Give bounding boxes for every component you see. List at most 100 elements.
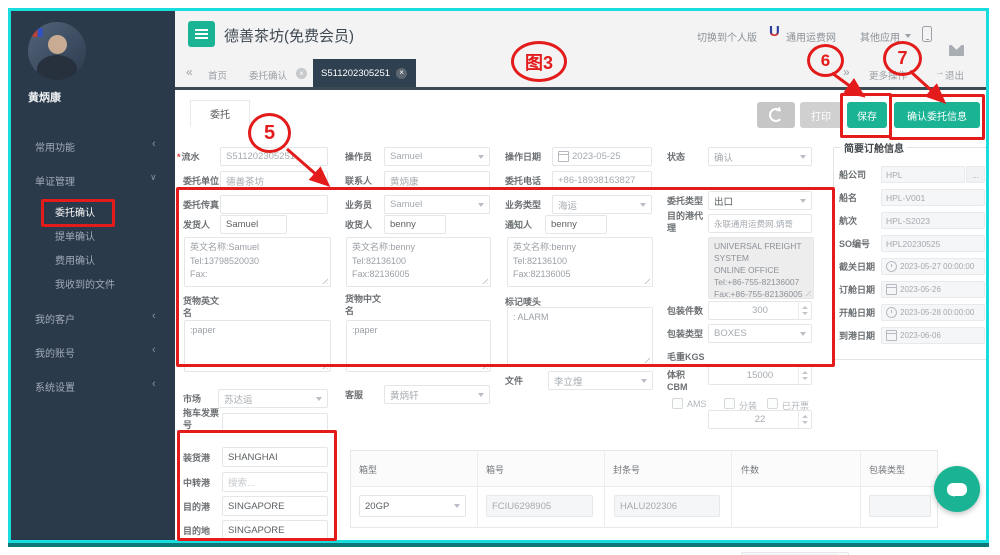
seal-no-input[interactable]: HALU202306 xyxy=(614,495,720,517)
shipper-detail-textarea[interactable]: 英文名称:Samuel Tel:13798520030 Fax: xyxy=(184,237,331,287)
marks-textarea[interactable]: : ALARM xyxy=(507,307,653,366)
sidebar-group-document-management[interactable]: 单证管理 xyxy=(35,173,75,188)
print-button[interactable]: 打印 xyxy=(800,102,842,128)
chevron-down-icon xyxy=(800,198,806,203)
tab-entrust-confirm[interactable]: 委托确认 xyxy=(249,68,287,82)
op-date-field[interactable]: 2023-05-25 xyxy=(552,147,652,166)
so-no-input[interactable]: HPL20230525 xyxy=(881,235,985,252)
voyage-input[interactable]: HPL-S2023 xyxy=(881,212,985,229)
operator-label: 操作员 xyxy=(345,152,373,162)
avatar-face xyxy=(48,35,67,54)
notify-input[interactable]: benny xyxy=(545,215,607,234)
contact-input[interactable]: 黄炳康 xyxy=(384,171,490,190)
phone-input[interactable]: +86-18938163827 xyxy=(552,171,652,190)
sidebar-group-my-account[interactable]: 我的账号 xyxy=(35,345,75,360)
confirm-entrust-button[interactable]: 确认委托信息 xyxy=(894,102,980,128)
truck-invoice-input[interactable] xyxy=(222,413,328,432)
dest-place-input[interactable]: SINGAPORE xyxy=(222,520,328,540)
dest-port-input[interactable]: SINGAPORE xyxy=(222,496,328,516)
more-actions-menu[interactable]: 更多操作 xyxy=(869,68,907,82)
doc-select[interactable]: 李立煌 xyxy=(548,371,653,390)
tab-entrust-form[interactable]: 委托 xyxy=(190,100,250,127)
gross-weight-stepper[interactable]: 15000 xyxy=(708,366,812,385)
stepper-arrows-icon[interactable] xyxy=(798,302,811,319)
service-select[interactable]: 黄炳轩 xyxy=(384,385,490,404)
ams-checkbox[interactable] xyxy=(672,398,683,409)
container-type-select[interactable]: 20GP xyxy=(359,495,466,517)
consignee-input[interactable]: benny xyxy=(384,215,446,234)
notify-detail-textarea[interactable]: 英文名称:benny Tel:82136100 Fax:82136005 xyxy=(507,237,653,287)
table-divider xyxy=(477,450,478,528)
container-no-input[interactable]: FCIU6298905 xyxy=(486,495,593,517)
sidebar: 黄炳康 常用功能 ‹ 单证管理 ∨ 委托确认 提单确认 费用确认 我收到的文件 … xyxy=(11,11,175,540)
avatar[interactable] xyxy=(28,22,86,80)
stepper-arrows-icon[interactable] xyxy=(798,411,811,428)
chevron-left-icon: ‹ xyxy=(152,344,156,356)
dest-agent-detail-textarea[interactable]: UNIVERSAL FREIGHT SYSTEM ONLINE OFFICE T… xyxy=(708,237,814,299)
freight-net-logo: U xyxy=(769,23,780,40)
carrier-more-button[interactable]: ... xyxy=(966,166,985,183)
freight-net-link[interactable]: 通用运费网 xyxy=(786,29,836,44)
tab-close-icon[interactable]: × xyxy=(296,68,307,79)
pkg-qty-stepper[interactable]: 300 xyxy=(708,301,812,320)
tab-close-icon[interactable]: × xyxy=(396,67,408,79)
so-no-label: SO编号 xyxy=(839,239,871,249)
booking-summary-title: 简要订舱信息 xyxy=(841,140,907,155)
other-apps-menu[interactable]: 其他应用 xyxy=(860,29,900,44)
pkg-qty-label: 包装件数 xyxy=(667,306,704,316)
tab-home[interactable]: 首页 xyxy=(208,68,227,82)
dest-agent-input[interactable]: 永联通用运费网.炳哥 xyxy=(708,214,812,233)
op-date-label: 操作日期 xyxy=(505,152,542,162)
switch-personal-link[interactable]: 切换到个人版 xyxy=(697,29,757,44)
fax-label: 委托传真 xyxy=(183,200,220,210)
menu-toggle-button[interactable] xyxy=(188,21,215,47)
consignee-detail-textarea[interactable]: 英文名称:benny Tel:82136100 Fax:82136005 xyxy=(346,237,491,287)
operator-select[interactable]: Samuel xyxy=(384,147,490,166)
sidebar-item-fee-confirm[interactable]: 费用确认 xyxy=(55,252,95,267)
vessel-input[interactable]: HPL-V001 xyxy=(881,189,985,206)
split-checkbox[interactable] xyxy=(724,398,735,409)
transit-port-input[interactable]: 搜索... xyxy=(222,472,328,492)
cutoff-date-field[interactable]: 2023-05-27 00:00:00 xyxy=(881,258,985,275)
invoiced-checkbox[interactable] xyxy=(767,398,778,409)
col-header-box-type: 箱型 xyxy=(359,465,378,475)
stepper-arrows-icon[interactable] xyxy=(798,367,811,384)
page-title: 德善茶坊(免费会员) xyxy=(224,28,354,45)
load-port-input[interactable]: SHANGHAI xyxy=(222,447,328,467)
pack-type-input[interactable] xyxy=(869,495,931,517)
sidebar-group-system-settings[interactable]: 系统设置 xyxy=(35,379,75,394)
carrier-input[interactable]: HPL xyxy=(881,166,965,183)
table-divider xyxy=(731,450,732,528)
goods-cn-textarea[interactable]: :paper xyxy=(346,320,491,372)
arrival-date-field[interactable]: 2023-06-06 xyxy=(881,327,985,344)
consign-type-select[interactable]: 出口 xyxy=(708,191,812,210)
status-select[interactable]: 确认 xyxy=(708,147,812,166)
shipper-input[interactable]: Samuel xyxy=(220,215,287,234)
mail-icon[interactable] xyxy=(949,45,964,56)
col-header-qty: 件数 xyxy=(741,465,760,475)
client-input[interactable]: 德善茶坊 xyxy=(220,171,328,190)
save-button[interactable]: 保存 xyxy=(847,102,887,128)
mobile-icon[interactable] xyxy=(922,26,932,42)
sidebar-item-entrust-confirm[interactable]: 委托确认 xyxy=(55,204,95,219)
tab-active-order[interactable]: S511202305251 × xyxy=(313,59,416,87)
refresh-button[interactable] xyxy=(757,102,795,128)
sidebar-group-my-customers[interactable]: 我的客户 xyxy=(35,311,75,326)
biz-type-select[interactable]: 海运 xyxy=(552,195,652,214)
goods-en-textarea[interactable]: :paper xyxy=(184,320,331,372)
serial-input[interactable]: S511202305251 xyxy=(220,147,328,166)
fax-input[interactable] xyxy=(220,195,328,214)
chat-fab-button[interactable] xyxy=(934,466,980,512)
sidebar-item-received-files[interactable]: 我收到的文件 xyxy=(55,276,115,291)
expand-tabs-icon[interactable]: » xyxy=(843,65,850,79)
collapse-tabs-icon[interactable]: « xyxy=(186,65,193,79)
pkg-type-select[interactable]: BOXES xyxy=(708,324,812,343)
salesman-select[interactable]: Samuel xyxy=(384,195,490,214)
booking-date-field[interactable]: 2023-05-26 xyxy=(881,281,985,298)
logout-link[interactable]: 退出 xyxy=(945,68,964,82)
sidebar-group-common-functions[interactable]: 常用功能 xyxy=(35,139,75,154)
volume-stepper[interactable]: 22 xyxy=(708,410,812,429)
departure-date-field[interactable]: 2023-05-28 00:00:00 xyxy=(881,304,985,321)
sidebar-item-bl-confirm[interactable]: 提单确认 xyxy=(55,228,95,243)
market-select[interactable]: 苏达运 xyxy=(218,389,328,408)
